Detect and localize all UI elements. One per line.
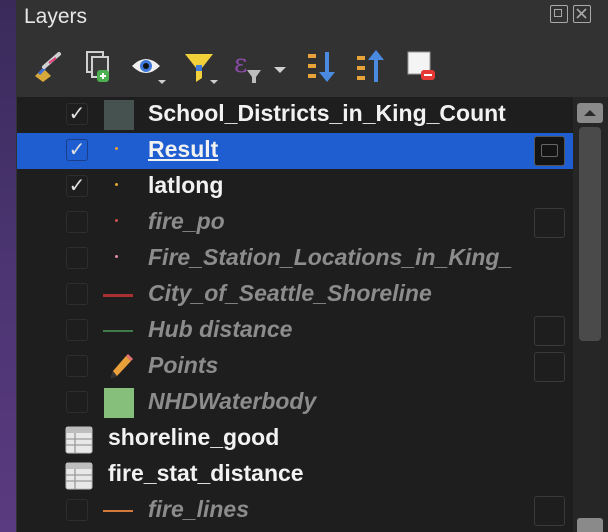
layer-row-nhdwaterbody[interactable]: NHDWaterbody [17,385,573,421]
layer-row-hub-distance[interactable]: Hub distance [17,313,573,349]
layer-visibility-checkbox[interactable] [66,211,88,233]
layer-row-school-districts[interactable]: ✓ School_Districts_in_King_Count [17,97,573,133]
line-red-icon [103,294,133,297]
layer-row-result[interactable]: ✓ Result [17,133,573,169]
chevron-down-icon [274,67,286,73]
layer-name: fire_stat_distance [108,460,304,486]
point-pink-icon [115,255,118,258]
remove-layer-icon [407,51,435,80]
layer-options-button[interactable] [534,316,565,346]
embed-icon [541,144,558,157]
filter-funnel-icon [185,54,218,84]
desktop-background [0,0,16,532]
layer-row-latlong[interactable]: ✓ latlong [17,169,573,205]
layer-name: Fire_Station_Locations_in_King_ [148,244,513,270]
layer-name: fire_lines [148,496,249,522]
layer-row-points[interactable]: Points [17,349,573,385]
layers-toolbar: ε [16,40,608,92]
layers-panel: Layers ε ✓ School_Districts_in_King_Coun… [16,0,608,532]
close-icon [576,8,587,19]
layer-options-button[interactable] [534,496,565,526]
collapse-all-icon [357,50,384,82]
panel-titlebar: Layers [16,0,608,34]
layer-visibility-checkbox[interactable] [66,499,88,521]
polygon-dark-icon [104,100,134,130]
vertical-scrollbar[interactable] [573,97,608,532]
visibility-eye-icon [132,59,166,84]
layer-options-button[interactable] [534,352,565,382]
table-icon [65,462,93,495]
layer-tree[interactable]: ✓ School_Districts_in_King_Count ✓ Resul… [17,97,573,532]
pencil-edit-icon [105,352,135,387]
filter-expression-icon: ε [234,49,261,83]
float-panel-button[interactable] [550,5,568,23]
add-group-icon [86,51,109,82]
layer-name: NHDWaterbody [148,388,317,414]
layer-row-shoreline-good[interactable]: shoreline_good [17,421,573,457]
layer-name: Result [148,136,219,162]
layer-visibility-checkbox[interactable] [66,247,88,269]
chevron-up-icon [584,110,596,116]
collapse-all-button[interactable] [352,46,392,86]
add-group-button[interactable] [79,46,119,86]
layer-visibility-checkbox[interactable]: ✓ [66,103,88,125]
panel-title: Layers [24,5,88,28]
table-icon [65,426,93,459]
filter-legend-button[interactable] [180,46,220,86]
filter-expression-button[interactable]: ε [231,46,271,86]
layer-visibility-checkbox[interactable]: ✓ [66,175,88,197]
float-icon [554,9,562,17]
layer-visibility-checkbox[interactable]: ✓ [66,139,88,161]
layer-options-button[interactable] [534,136,565,166]
point-red-icon [115,219,118,222]
layer-name: School_Districts_in_King_Count [148,100,506,126]
line-orange-icon [103,510,133,512]
style-brush-icon [35,52,61,82]
layer-options-button[interactable] [534,208,565,238]
layer-name: shoreline_good [108,424,280,450]
scroll-down-button[interactable] [577,518,603,532]
scroll-thumb[interactable] [579,127,601,341]
layer-visibility-checkbox[interactable] [66,391,88,413]
point-orange-icon [115,183,118,186]
expression-dropdown-arrow[interactable] [270,46,290,86]
layer-visibility-checkbox[interactable] [66,283,88,305]
layer-row-city-of-seattle-shoreline[interactable]: City_of_Seattle_Shoreline [17,277,573,313]
layer-row-fire-stat-distance[interactable]: fire_stat_distance [17,457,573,493]
line-green-icon [103,330,133,332]
layer-name: Points [148,352,219,378]
layer-name: fire_po [148,208,225,234]
expand-all-icon [308,52,335,82]
layer-row-fire-lines[interactable]: fire_lines [17,493,573,529]
polygon-green-icon [104,388,134,418]
expand-all-button[interactable] [303,46,343,86]
layer-name: City_of_Seattle_Shoreline [148,280,432,306]
scroll-up-button[interactable] [577,103,603,123]
layer-name: Hub distance [148,316,293,342]
layer-visibility-checkbox[interactable] [66,355,88,377]
visibility-menu-button[interactable] [128,46,168,86]
remove-layer-button[interactable] [403,46,443,86]
point-orange-icon [115,147,118,150]
style-manager-button[interactable] [29,46,69,86]
layer-visibility-checkbox[interactable] [66,319,88,341]
layer-row-fire-po[interactable]: fire_po [17,205,573,241]
layer-row-fire-station-locations[interactable]: Fire_Station_Locations_in_King_ [17,241,573,277]
svg-text:ε: ε [234,49,247,79]
close-panel-button[interactable] [573,5,591,23]
layer-name: latlong [148,172,224,198]
